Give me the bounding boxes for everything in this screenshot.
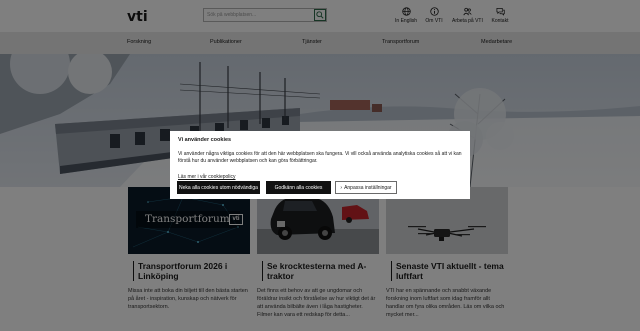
accept-cookies-button[interactable]: Godkänn alla cookies <box>266 181 331 194</box>
cookie-dialog: Vi använder cookies Vi använder några vi… <box>170 131 470 199</box>
cookie-dialog-text: Vi använder några viktiga cookies för at… <box>178 151 462 164</box>
cookie-policy-link[interactable]: Läs mer i vår cookiepolicy <box>178 174 236 180</box>
cookie-dialog-title: Vi använder cookies <box>178 137 232 143</box>
reject-cookies-button[interactable]: Neka alla cookies utom nödvändiga <box>177 181 260 194</box>
chevron-right-icon: › <box>340 184 343 191</box>
customize-settings-label: Anpassa inställningar <box>344 184 392 191</box>
customize-settings-button[interactable]: › Anpassa inställningar <box>335 181 397 194</box>
